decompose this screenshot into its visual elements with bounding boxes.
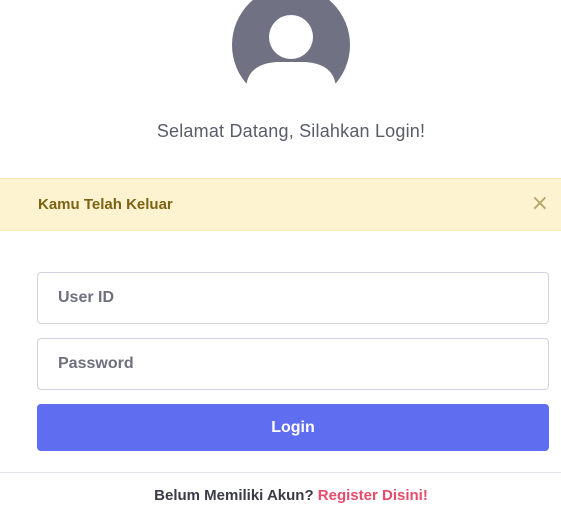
password-input[interactable] bbox=[37, 338, 549, 390]
user-avatar-icon bbox=[232, 0, 350, 90]
register-prompt: Belum Memiliki Akun? Register Disini! bbox=[0, 487, 561, 504]
close-icon[interactable]: × bbox=[531, 193, 549, 215]
divider bbox=[0, 472, 561, 473]
login-page: Selamat Datang, Silahkan Login! Kamu Tel… bbox=[0, 0, 561, 507]
register-prompt-text: Belum Memiliki Akun? bbox=[154, 487, 318, 504]
user-id-input[interactable] bbox=[37, 272, 549, 324]
alert-message: Kamu Telah Keluar bbox=[38, 196, 173, 213]
register-link[interactable]: Register Disini! bbox=[318, 487, 428, 504]
welcome-heading: Selamat Datang, Silahkan Login! bbox=[156, 121, 426, 141]
login-button[interactable]: Login bbox=[37, 404, 549, 451]
logout-alert: Kamu Telah Keluar × bbox=[0, 178, 561, 231]
